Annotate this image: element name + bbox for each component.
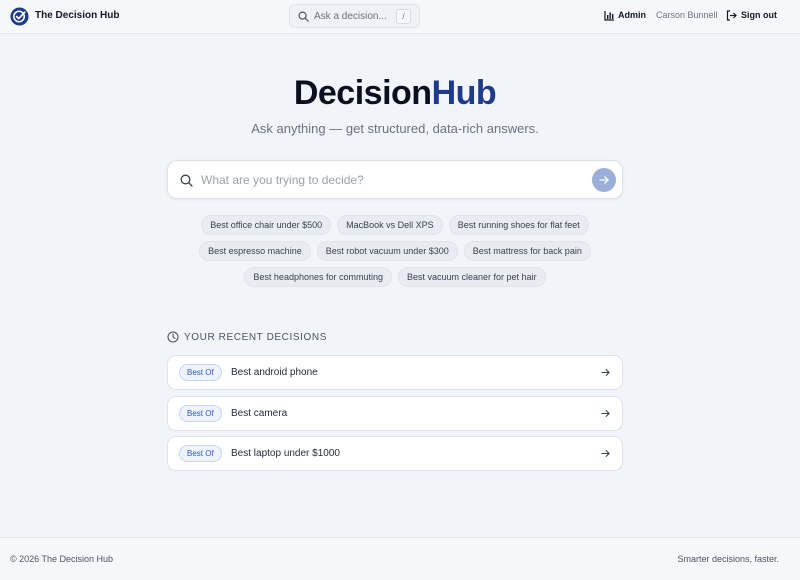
sign-out-icon <box>726 10 737 21</box>
decision-label: Best android phone <box>231 367 318 378</box>
suggestion-chip[interactable]: MacBook vs Dell XPS <box>337 215 443 235</box>
header-search-input[interactable]: Ask a decision... / <box>289 4 420 28</box>
page-footer: © 2026 The Decision Hub Smarter decision… <box>0 537 800 580</box>
top-header: The Decision Hub Ask a decision... / Adm… <box>0 0 800 34</box>
suggestion-chip[interactable]: Best headphones for commuting <box>244 267 392 287</box>
suggestion-chips: Best office chair under $500 MacBook vs … <box>160 215 630 293</box>
chip-row: Best office chair under $500 MacBook vs … <box>160 215 630 235</box>
sign-out-label: Sign out <box>741 10 777 20</box>
suggestion-chip[interactable]: Best running shoes for flat feet <box>448 215 589 235</box>
section-title: YOUR RECENT DECISIONS <box>184 332 327 343</box>
user-name: Carson Bunnell <box>656 10 718 20</box>
arrow-right-icon <box>601 450 610 457</box>
chip-row: Best headphones for commuting Best vacuu… <box>160 267 630 287</box>
list-item[interactable]: Best Of Best laptop under $1000 <box>167 436 623 471</box>
main-search-placeholder: What are you trying to decide? <box>201 173 364 187</box>
decision-label: Best laptop under $1000 <box>231 448 340 459</box>
arrow-right-icon <box>599 176 609 184</box>
admin-label: Admin <box>618 10 646 20</box>
main-search-input[interactable]: What are you trying to decide? <box>167 160 623 199</box>
category-badge: Best Of <box>179 364 222 381</box>
logo-check-icon[interactable] <box>10 7 29 26</box>
chip-row: Best espresso machine Best robot vacuum … <box>160 241 630 261</box>
suggestion-chip[interactable]: Best office chair under $500 <box>201 215 332 235</box>
submit-search-button[interactable] <box>592 168 616 192</box>
suggestion-chip[interactable]: Best mattress for back pain <box>463 241 591 261</box>
clock-icon <box>167 331 179 343</box>
header-search-placeholder: Ask a decision... <box>314 11 387 22</box>
page-title: DecisionHub <box>293 74 497 112</box>
list-item[interactable]: Best Of Best android phone <box>167 355 623 390</box>
keyboard-shortcut-badge: / <box>396 9 411 24</box>
search-icon <box>180 174 193 187</box>
search-icon <box>298 11 309 22</box>
category-badge: Best Of <box>179 445 222 462</box>
footer-slogan: Smarter decisions, faster. <box>677 554 779 564</box>
arrow-right-icon <box>601 409 610 417</box>
list-item[interactable]: Best Of Best camera <box>167 395 623 431</box>
arrow-right-icon <box>601 369 610 376</box>
suggestion-chip[interactable]: Best robot vacuum under $300 <box>316 241 458 261</box>
suggestion-chip[interactable]: Best vacuum cleaner for pet hair <box>398 267 546 287</box>
tagline: Ask anything — get structured, data-rich… <box>251 121 539 136</box>
recent-decisions-list: Best Of Best android phone Best Of Best … <box>167 355 623 477</box>
decision-label: Best camera <box>231 407 288 419</box>
bar-chart-icon <box>604 11 614 21</box>
suggestion-chip[interactable]: Best espresso machine <box>199 241 311 261</box>
copyright-text: © 2026 The Decision Hub <box>10 554 114 564</box>
category-badge: Best Of <box>179 404 222 422</box>
brand-name[interactable]: The Decision Hub <box>35 10 119 21</box>
